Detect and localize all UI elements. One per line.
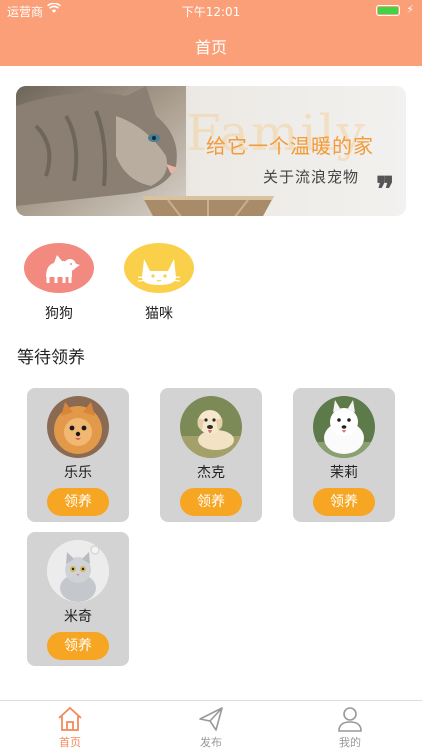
status-time: 下午12:01 — [181, 5, 241, 19]
pet-card[interactable]: 米奇 领养 — [27, 532, 129, 666]
pet-card[interactable]: 乐乐 领养 — [27, 388, 129, 522]
home-icon — [58, 706, 82, 731]
pet-name: 乐乐 — [64, 465, 92, 481]
charging-icon: ⚡ — [406, 3, 414, 16]
labrador-photo — [180, 396, 242, 458]
section-title: 等待领养 — [17, 348, 85, 368]
cat-icon — [124, 243, 194, 293]
pet-name: 米奇 — [64, 609, 92, 625]
adopt-button[interactable]: 领养 — [47, 632, 109, 660]
pet-card[interactable]: 杰克 领养 — [160, 388, 262, 522]
pomeranian-photo — [47, 396, 109, 458]
cat-photo — [47, 540, 109, 602]
pet-name: 杰克 — [197, 465, 225, 481]
tab-publish[interactable]: 发布 — [181, 705, 241, 750]
battery-icon — [376, 5, 400, 16]
category-label: 狗狗 — [45, 306, 73, 322]
tab-bar: 首页 发布 我的 — [0, 700, 422, 750]
tab-home[interactable]: 首页 — [40, 705, 100, 750]
status-bar: 运营商 下午12:01 ⚡ — [0, 0, 422, 22]
adopt-button[interactable]: 领养 — [180, 488, 242, 516]
tab-label: 发布 — [200, 736, 222, 749]
dog-icon — [24, 243, 94, 293]
tab-mine[interactable]: 我的 — [320, 705, 380, 750]
category-dogs[interactable]: 狗狗 — [23, 243, 95, 323]
quote-mark-icon: ❞ — [376, 170, 395, 210]
banner-title: 给它一个温暖的家 — [206, 134, 374, 158]
adopt-button[interactable]: 领养 — [47, 488, 109, 516]
banner-subtitle: 关于流浪宠物 — [263, 168, 360, 186]
category-cats[interactable]: 猫咪 — [123, 243, 195, 323]
tab-label: 首页 — [59, 736, 81, 749]
tab-label: 我的 — [339, 736, 361, 749]
samoyed-photo — [313, 396, 375, 458]
adopt-button[interactable]: 领养 — [313, 488, 375, 516]
category-label: 猫咪 — [145, 306, 173, 322]
banner[interactable]: Family 给它一个温暖的家 关于流浪宠物 ❞ — [16, 86, 406, 216]
app-header: 运营商 下午12:01 ⚡ 首页 — [0, 0, 422, 66]
user-icon — [338, 707, 362, 732]
send-icon — [199, 707, 223, 731]
bowl-image — [142, 196, 274, 216]
pet-card[interactable]: 茉莉 领养 — [293, 388, 395, 522]
page-title: 首页 — [194, 38, 227, 57]
pet-name: 茉莉 — [330, 465, 358, 481]
